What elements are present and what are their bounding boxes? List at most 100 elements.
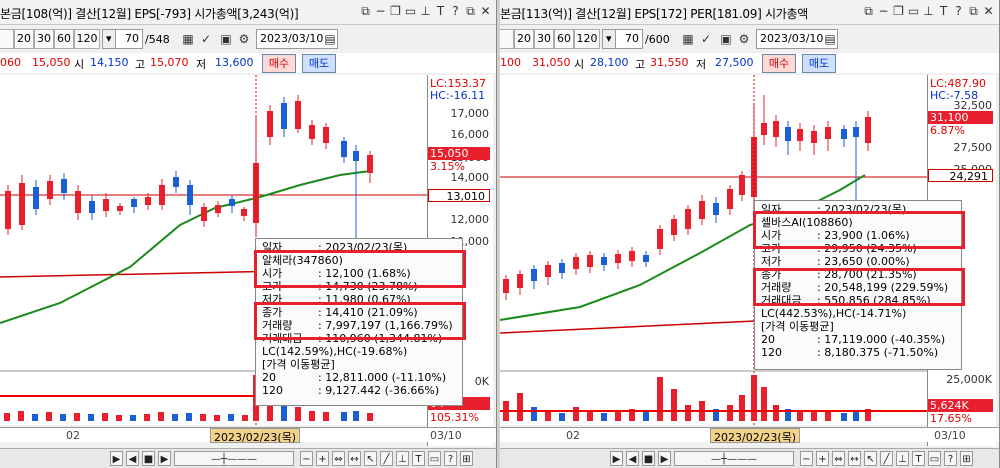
- fit-icon[interactable]: ⇔: [832, 451, 845, 466]
- help-icon[interactable]: ?: [952, 4, 965, 19]
- tick-label: 27,500: [953, 141, 993, 154]
- open-label: 시: [574, 58, 585, 71]
- period-button-20[interactable]: 20: [14, 29, 34, 49]
- close-icon[interactable]: ✕: [982, 4, 995, 19]
- pan-icon[interactable]: ↔: [348, 451, 361, 466]
- pin-icon[interactable]: ⊥: [419, 4, 432, 19]
- date-highlight: 2023/02/23(목): [210, 428, 301, 444]
- crosshair-icon[interactable]: ✓: [198, 30, 214, 48]
- play-icon[interactable]: ▶: [110, 451, 123, 466]
- save-icon[interactable]: ▣: [218, 30, 234, 48]
- period-button-30[interactable]: 30: [34, 29, 54, 49]
- sell-button[interactable]: 매도: [302, 54, 336, 73]
- layout-icon[interactable]: ▭: [428, 451, 441, 466]
- layout-icon[interactable]: ▭: [928, 451, 941, 466]
- calendar-icon[interactable]: ▤: [322, 30, 338, 48]
- period-button-60[interactable]: 60: [554, 29, 574, 49]
- period-button-120[interactable]: 120: [74, 29, 100, 49]
- zoom-slider[interactable]: —┼———: [674, 451, 794, 466]
- expand-icon[interactable]: ⊞: [460, 451, 473, 466]
- period-button-120[interactable]: 120: [574, 29, 600, 49]
- text-icon[interactable]: T: [434, 4, 447, 19]
- unpin-icon[interactable]: −: [374, 4, 387, 19]
- unpin-icon[interactable]: −: [877, 4, 890, 19]
- period-button-60[interactable]: 60: [54, 29, 74, 49]
- date-label: 02: [566, 429, 580, 442]
- price-flag: 31,100: [928, 111, 993, 124]
- copy-icon[interactable]: ❐: [389, 4, 402, 19]
- prev-icon[interactable]: ◀: [626, 451, 639, 466]
- save-icon[interactable]: ▣: [718, 30, 734, 48]
- next-icon[interactable]: ▶: [658, 451, 671, 466]
- tooltip-key: 20: [761, 333, 775, 346]
- gear-icon[interactable]: ⚙: [736, 30, 752, 48]
- fit-icon[interactable]: ⇔: [332, 451, 345, 466]
- maximize-icon[interactable]: ⧉: [967, 4, 980, 19]
- high-label: 고: [635, 58, 646, 71]
- expand-icon[interactable]: ⊞: [960, 451, 973, 466]
- text-tool-icon[interactable]: T: [412, 451, 425, 466]
- zoom-in-icon[interactable]: +: [316, 451, 329, 466]
- next-icon[interactable]: ▶: [158, 451, 171, 466]
- tooltip-lc-hc: LC(442.53%),HC(-14.71%): [761, 307, 907, 320]
- stop-icon[interactable]: ■: [642, 451, 655, 466]
- play-icon[interactable]: ▶: [610, 451, 623, 466]
- minimize-icon[interactable]: ▭: [404, 4, 417, 19]
- scroll-controls: ▶ ◀ ■ ▶ —┼——— − + ⇔ ↔ ↖ ╱ ⊥ T ▭ ? ⊞: [500, 448, 999, 468]
- grid-icon[interactable]: ▦: [680, 30, 696, 48]
- prev-icon[interactable]: ◀: [126, 451, 139, 466]
- pin-icon[interactable]: ⊥: [922, 4, 935, 19]
- low-price: 27,500: [715, 56, 754, 69]
- period-button-partial[interactable]: [500, 29, 514, 49]
- vol-tick: 0K: [474, 375, 489, 388]
- date-highlight: 2023/02/23(목): [710, 428, 801, 444]
- tooltip-key: 120: [761, 346, 782, 359]
- tick-label: 17,000: [450, 107, 490, 120]
- count-input[interactable]: 70: [615, 29, 643, 49]
- close-icon[interactable]: ✕: [479, 4, 492, 19]
- count-input[interactable]: 70: [115, 29, 143, 49]
- maximize-icon[interactable]: ⧉: [464, 4, 477, 19]
- text-tool-icon[interactable]: T: [912, 451, 925, 466]
- period-button-partial[interactable]: [0, 29, 14, 49]
- line-icon[interactable]: ╱: [880, 451, 893, 466]
- restore-icon[interactable]: ⧉: [359, 4, 372, 19]
- zoom-in-icon[interactable]: +: [816, 451, 829, 466]
- calendar-icon[interactable]: ▤: [822, 30, 838, 48]
- tooltip-key: 120: [262, 384, 283, 397]
- period-button-30[interactable]: 30: [534, 29, 554, 49]
- help-icon[interactable]: ?: [449, 4, 462, 19]
- sell-button[interactable]: 매도: [802, 54, 836, 73]
- gear-icon[interactable]: ⚙: [236, 30, 252, 48]
- help-icon[interactable]: ?: [444, 451, 457, 466]
- grid-icon[interactable]: ▦: [180, 30, 196, 48]
- text-icon[interactable]: T: [937, 4, 950, 19]
- zoom-slider[interactable]: —┼———: [174, 451, 294, 466]
- buy-button[interactable]: 매수: [262, 54, 296, 73]
- stop-icon[interactable]: ■: [142, 451, 155, 466]
- tool-icon[interactable]: ⊥: [896, 451, 909, 466]
- tool-icon[interactable]: ⊥: [396, 451, 409, 466]
- buy-button[interactable]: 매수: [762, 54, 796, 73]
- zoom-out-icon[interactable]: −: [300, 451, 313, 466]
- crosshair-icon[interactable]: ✓: [698, 30, 714, 48]
- period-button-20[interactable]: 20: [514, 29, 534, 49]
- hc-label: HC:-16.11: [430, 89, 486, 102]
- high-price: 31,550: [650, 56, 689, 69]
- price-bar: 100 31,050 시 28,100 고 31,550 저 27,500 매수…: [500, 53, 999, 73]
- pan-icon[interactable]: ↔: [848, 451, 861, 466]
- restore-icon[interactable]: ⧉: [862, 4, 875, 19]
- tick-label: 12,000: [450, 213, 490, 226]
- copy-icon[interactable]: ❐: [892, 4, 905, 19]
- minimize-icon[interactable]: ▭: [907, 4, 920, 19]
- scroll-controls: ▶ ◀ ■ ▶ —┼——— − + ⇔ ↔ ↖ ╱ ⊥ T ▭ ? ⊞: [0, 448, 496, 468]
- cursor-icon[interactable]: ↖: [364, 451, 377, 466]
- zoom-out-icon[interactable]: −: [800, 451, 813, 466]
- window-controls: ⧉ − ❐ ▭ ⊥ T ? ⧉ ✕: [359, 4, 492, 19]
- tooltip-value: : 8,180.375 (-71.50%): [817, 346, 939, 359]
- help-icon[interactable]: ?: [944, 451, 957, 466]
- line-icon[interactable]: ╱: [380, 451, 393, 466]
- window-controls: ⧉ − ❐ ▭ ⊥ T ? ⧉ ✕: [862, 4, 995, 19]
- chart-window-left: 본금[108(억)] 결산[12월] EPS[-793] 시가총액[3,243(…: [0, 0, 497, 468]
- cursor-icon[interactable]: ↖: [864, 451, 877, 466]
